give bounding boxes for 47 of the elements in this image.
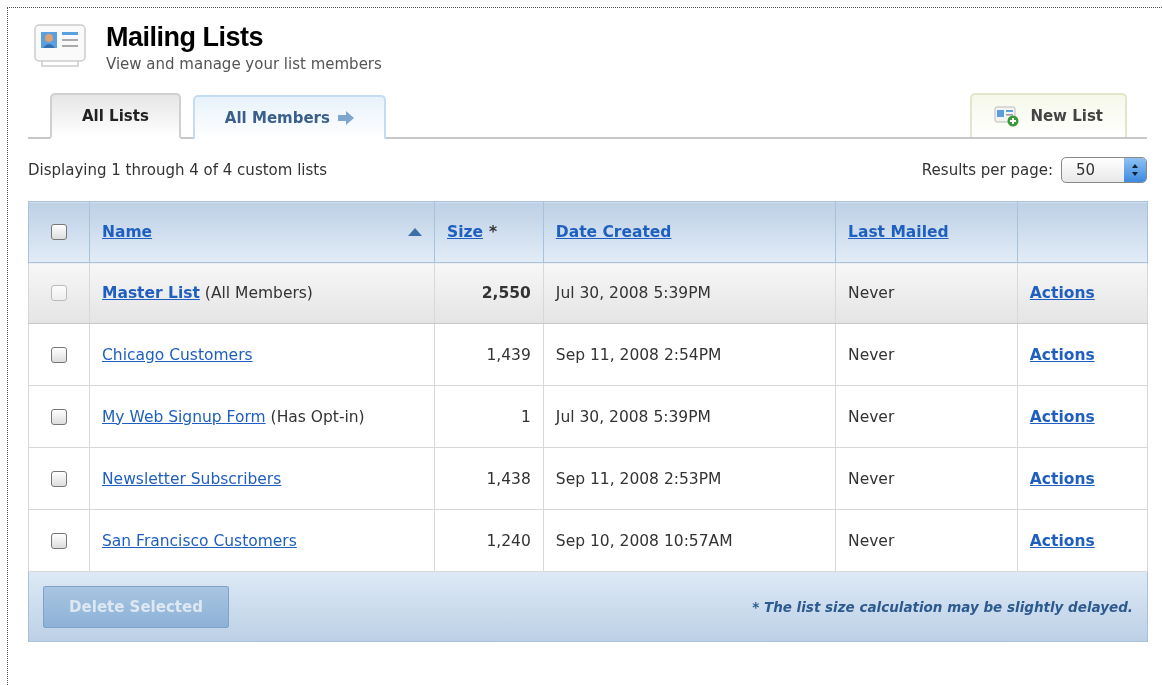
list-name-link[interactable]: Chicago Customers (102, 345, 253, 364)
checkbox[interactable] (51, 408, 67, 425)
new-list-button[interactable]: New List (970, 93, 1127, 137)
list-note: (All Members) (204, 284, 313, 302)
list-size: 2,550 (481, 284, 531, 302)
date-created: Sep 11, 2008 2:54PM (555, 345, 722, 364)
column-header-link[interactable]: Date Created (555, 223, 672, 241)
results-per-page-label: Results per page: (921, 161, 1053, 179)
tab[interactable]: All Lists (50, 93, 181, 139)
results-per-page-select[interactable]: 50 (1061, 157, 1147, 183)
contact-card-add-icon (994, 105, 1021, 127)
contact-card-icon (34, 24, 86, 68)
list-name-link[interactable]: My Web Signup Form (102, 407, 266, 426)
last-mailed: Never (848, 407, 895, 426)
checkbox[interactable] (51, 470, 67, 487)
asterisk: * (489, 223, 498, 241)
stepper-icon (1131, 163, 1139, 177)
footnote: * The list size calculation may be slightly delayed. (752, 598, 1133, 615)
date-created: Sep 11, 2008 2:53PM (555, 469, 722, 488)
actions-link[interactable]: Actions (1029, 345, 1095, 364)
last-mailed: Never (848, 345, 895, 364)
column-header-link[interactable]: Name (102, 223, 153, 241)
list-size: 1,240 (486, 531, 531, 550)
last-mailed: Never (848, 469, 895, 488)
date-created: Sep 10, 2008 10:57AM (555, 531, 733, 550)
actions-link[interactable]: Actions (1029, 531, 1095, 550)
checkbox[interactable] (51, 346, 67, 363)
list-size: 1,439 (486, 345, 531, 364)
checkbox[interactable] (51, 224, 67, 240)
list-name-link[interactable]: San Francisco Customers (102, 531, 297, 550)
actions-link[interactable]: Actions (1029, 469, 1095, 488)
last-mailed: Never (848, 531, 895, 550)
list-size: 1 (520, 407, 531, 426)
checkbox[interactable] (51, 532, 67, 549)
list-size: 1,438 (486, 469, 531, 488)
date-created: Jul 30, 2008 5:39PM (555, 407, 711, 426)
column-header-link[interactable]: Size (447, 223, 483, 241)
list-note: (Has Opt-in) (270, 407, 365, 426)
date-created: Jul 30, 2008 5:39PM (555, 284, 711, 302)
last-mailed: Never (848, 284, 895, 302)
actions-link[interactable]: Actions (1029, 407, 1095, 426)
page-title: Mailing Lists (106, 22, 265, 53)
column-header-link[interactable]: Last Mailed (848, 223, 949, 241)
page-subtitle: View and manage your list members (106, 55, 382, 73)
tab[interactable]: All Members (192, 95, 386, 139)
results-summary: Displaying 1 through 4 of 4 custom lists (28, 161, 327, 179)
list-name-link[interactable]: Newsletter Subscribers (102, 469, 282, 488)
